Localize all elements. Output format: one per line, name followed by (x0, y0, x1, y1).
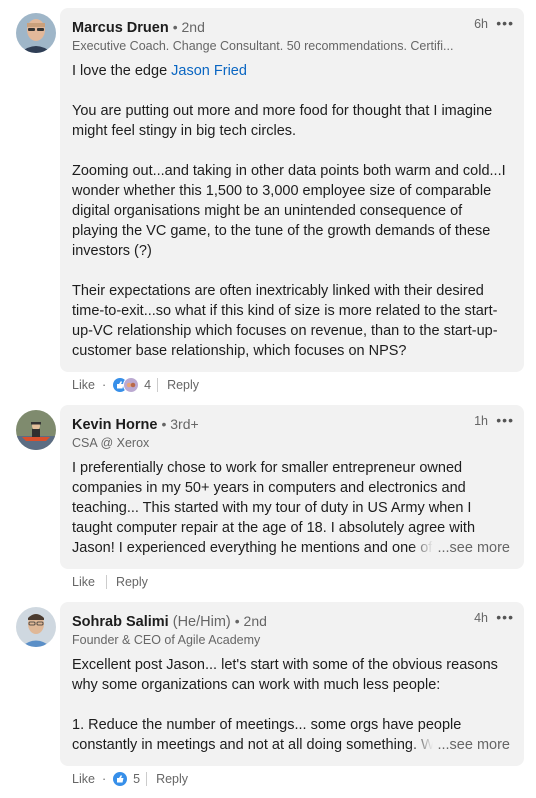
like-button[interactable]: Like (72, 772, 95, 786)
pronouns: (He/Him) (172, 614, 231, 630)
connection-degree: • 3rd+ (161, 416, 199, 432)
comment-paragraph: Zooming out...and taking in other data p… (72, 163, 506, 259)
comment-time: 4h (474, 611, 488, 625)
comment-line: Excellent post Jason... let's start with… (72, 657, 498, 673)
more-options-icon[interactable]: ••• (496, 609, 514, 625)
more-options-icon[interactable]: ••• (496, 15, 514, 31)
comment-line: taught computer repair at the age of 18.… (72, 520, 476, 536)
divider (105, 575, 107, 589)
comment-body: I love the edge Jason Fried You are putt… (72, 61, 512, 361)
comment-time: 1h (474, 414, 488, 428)
connection-degree: • 2nd (172, 19, 205, 35)
comment-line: why some organizations can work with muc… (72, 677, 441, 693)
reply-button[interactable]: Reply (167, 378, 199, 392)
comment-bubble: Sohrab Salimi (He/Him) • 2nd Founder & C… (60, 602, 524, 766)
divider (157, 378, 159, 392)
comment-line: companies in my 50+ years in computers a… (72, 480, 466, 496)
reply-button[interactable]: Reply (116, 575, 148, 589)
like-reaction-icon (112, 771, 129, 787)
comment-body: I preferentially chose to work for small… (72, 458, 512, 558)
separator-dot: · (101, 378, 107, 392)
see-more-link[interactable]: ...see more (411, 735, 510, 755)
comment-actions: Like · 5 Reply (72, 770, 188, 788)
separator-dot: · (101, 772, 107, 786)
avatar[interactable] (16, 410, 56, 450)
mention-link[interactable]: Jason Fried (171, 63, 247, 79)
commenter-headline: CSA @ Xerox (72, 436, 150, 450)
comment-paragraph: I love the edge Jason Fried (72, 63, 247, 79)
reactions-summary[interactable]: 5 (112, 771, 140, 787)
comment-bubble: Kevin Horne • 3rd+ CSA @ Xerox 1h ••• I … (60, 405, 524, 569)
commenter-headline: Founder & CEO of Agile Academy (72, 633, 261, 647)
comment-actions: Like · 4 Reply (72, 376, 199, 394)
comment-paragraph: Their expectations are often inextricabl… (72, 283, 498, 359)
comment-paragraph: You are putting out more and more food f… (72, 103, 493, 139)
commenter-name[interactable]: Sohrab Salimi (72, 614, 169, 630)
avatar[interactable] (16, 607, 56, 647)
reactions-summary[interactable]: 4 (112, 377, 151, 393)
divider (146, 772, 148, 786)
comment-actions: Like Reply (72, 573, 148, 591)
comment-line: constantly in meetings and not at all do… (72, 737, 443, 753)
comment-line: I preferentially chose to work for small… (72, 460, 463, 476)
reaction-count: 4 (144, 378, 152, 392)
commenter-name[interactable]: Kevin Horne (72, 417, 157, 433)
comment-line (72, 695, 512, 715)
comment-body: Excellent post Jason... let's start with… (72, 655, 512, 755)
comment-line: teaching... This started with my tour of… (72, 500, 472, 516)
like-button[interactable]: Like (72, 378, 95, 392)
reply-button[interactable]: Reply (156, 772, 188, 786)
reaction-count: 5 (133, 772, 141, 786)
more-options-icon[interactable]: ••• (496, 412, 514, 428)
comment-line: Jason! I experienced everything he menti… (72, 540, 433, 556)
comment-line: 1. Reduce the number of meetings... some… (72, 717, 462, 733)
avatar[interactable] (16, 13, 56, 53)
connection-degree: • 2nd (234, 613, 267, 629)
comment-bubble: Marcus Druen • 2nd Executive Coach. Chan… (60, 8, 524, 372)
commenter-headline: Executive Coach. Change Consultant. 50 r… (72, 39, 454, 53)
like-button[interactable]: Like (72, 575, 95, 589)
support-reaction-icon (123, 377, 140, 393)
see-more-link[interactable]: ...see more (411, 538, 510, 558)
commenter-name[interactable]: Marcus Druen (72, 20, 169, 36)
comment-time: 6h (474, 17, 488, 31)
